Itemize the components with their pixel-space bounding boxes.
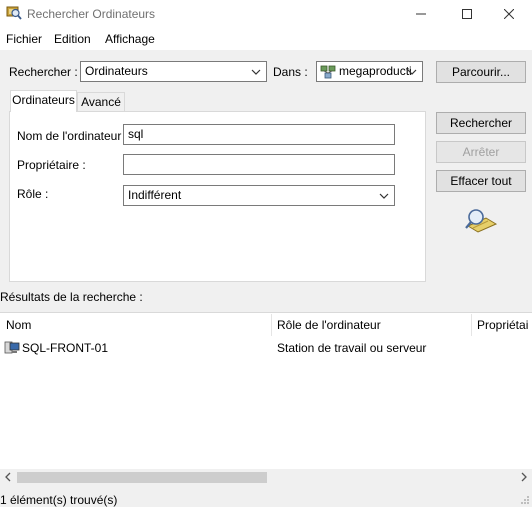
search-in-value: megaproducti (339, 64, 412, 78)
close-icon (504, 9, 514, 19)
role-label: Rôle : (17, 187, 49, 201)
column-header-owner[interactable]: Propriétai (477, 318, 528, 332)
search-type-label: Rechercher : (9, 65, 78, 79)
tab-ordinateurs[interactable]: Ordinateurs (10, 90, 77, 112)
search-type-value: Ordinateurs (85, 64, 148, 78)
find-computers-icon (6, 5, 22, 21)
magnifier-icon (464, 208, 498, 234)
scroll-right-icon[interactable] (519, 471, 529, 483)
menu-affichage[interactable]: Affichage (105, 32, 155, 46)
browse-button[interactable]: Parcourir... (436, 61, 526, 83)
scrollbar-thumb[interactable] (17, 472, 267, 483)
close-button[interactable] (486, 0, 532, 28)
domain-icon (320, 65, 336, 79)
column-divider[interactable] (471, 314, 472, 336)
tab-avance[interactable]: Avancé (77, 92, 125, 112)
column-header-nom[interactable]: Nom (6, 318, 31, 332)
result-name[interactable]: SQL-FRONT-01 (22, 341, 108, 355)
minimize-button[interactable] (398, 0, 444, 28)
resize-grip-icon[interactable] (520, 494, 530, 504)
menu-edition[interactable]: Edition (54, 32, 91, 46)
chevron-down-icon (251, 69, 261, 75)
owner-input[interactable] (123, 154, 395, 175)
column-header-role[interactable]: Rôle de l'ordinateur (277, 318, 381, 332)
computer-icon (4, 341, 20, 355)
chevron-down-icon (379, 193, 389, 199)
computer-name-label: Nom de l'ordinateur : (17, 129, 129, 143)
status-text: 1 élément(s) trouvé(s) (0, 493, 118, 507)
search-button[interactable]: Rechercher (436, 112, 526, 134)
results-label: Résultats de la recherche : (0, 290, 143, 304)
window-title: Rechercher Ordinateurs (27, 7, 156, 21)
result-role: Station de travail ou serveur (277, 341, 427, 355)
search-in-select[interactable]: megaproducti (316, 61, 423, 82)
owner-label: Propriétaire : (17, 158, 86, 172)
column-divider[interactable] (271, 314, 272, 336)
maximize-icon (462, 9, 472, 19)
clear-all-button[interactable]: Effacer tout (436, 170, 526, 192)
status-bar: 1 élément(s) trouvé(s) (0, 489, 532, 507)
stop-button[interactable]: Arrêter (436, 141, 526, 163)
role-value: Indifférent (128, 188, 182, 202)
chevron-down-icon (407, 69, 417, 75)
minimize-icon (416, 13, 426, 15)
search-in-label: Dans : (273, 65, 308, 79)
scroll-left-icon[interactable] (3, 471, 13, 483)
computer-name-input[interactable]: sql (123, 124, 395, 145)
role-select[interactable]: Indifférent (123, 185, 395, 206)
maximize-button[interactable] (444, 0, 490, 28)
search-type-select[interactable]: Ordinateurs (80, 61, 267, 82)
menu-fichier[interactable]: Fichier (6, 32, 42, 46)
